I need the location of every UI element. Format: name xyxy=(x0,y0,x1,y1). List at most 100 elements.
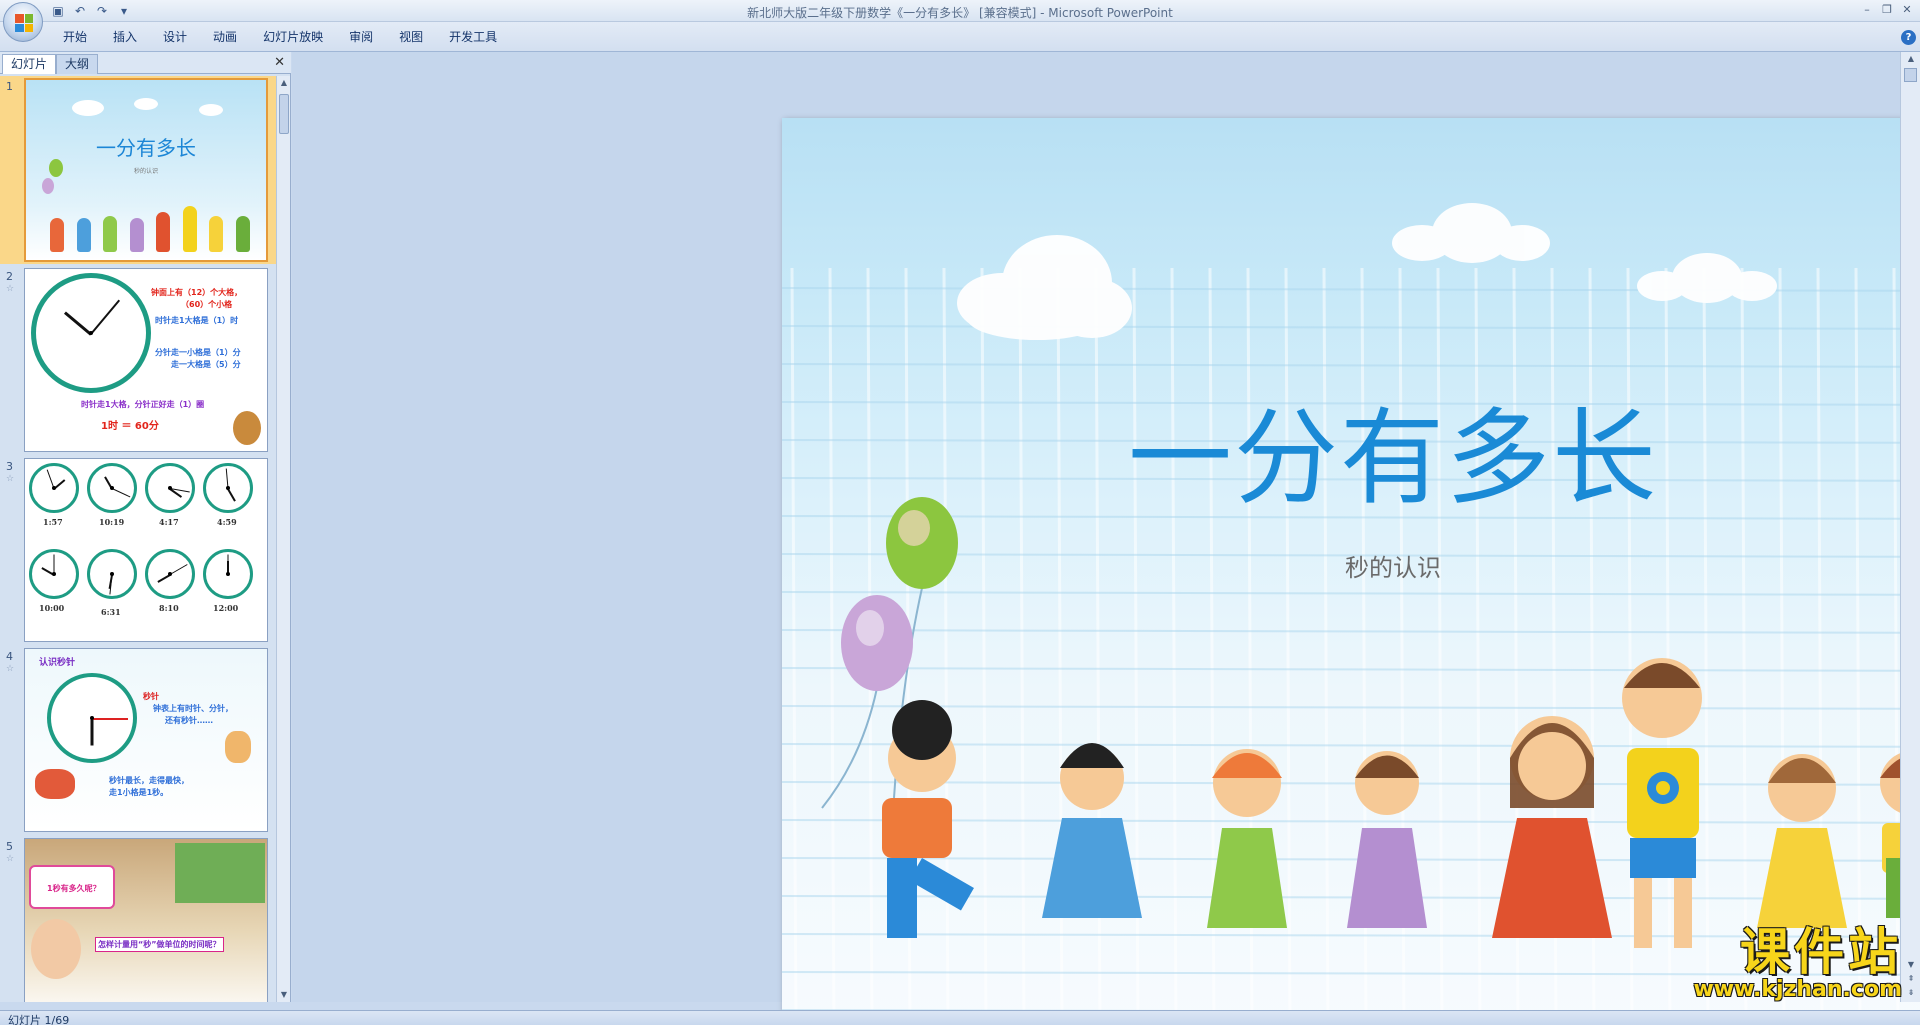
text-line: 钟面上有（12）个大格， xyxy=(151,288,243,297)
scroll-down-icon[interactable]: ▼ xyxy=(1901,958,1920,972)
clock-illustration xyxy=(203,463,253,513)
tab-design[interactable]: 设计 xyxy=(150,29,200,45)
thumbnail-preview: 认识秒针 秒针 钟表上有时针、分针， 还有秒针…… 秒针最长，走得最快， 走1小… xyxy=(24,648,268,832)
thumbnails-scrollbar[interactable]: ▲ ▼ xyxy=(276,76,290,1002)
lion-icon xyxy=(233,411,261,445)
current-slide[interactable]: 一分有多长 秒的认识 xyxy=(782,118,1920,1025)
clock-illustration xyxy=(145,463,195,513)
office-logo-icon xyxy=(15,14,33,32)
cartoon-character-icon xyxy=(35,769,75,799)
scroll-thumb[interactable] xyxy=(1904,68,1917,82)
thumbnail-children-illustration xyxy=(44,202,256,252)
slide-editor: 一分有多长 秒的认识 xyxy=(292,52,1920,1025)
scene-illustration xyxy=(175,843,265,903)
slide-number: 4 xyxy=(6,650,13,663)
thumbnail-preview: 一分有多长 秒的认识 xyxy=(24,78,268,262)
text-line: （60）个小格 xyxy=(181,300,233,309)
thumbnail-preview: 1秒有多久呢？ 怎样计量用“秒”做单位的时间呢？ xyxy=(24,838,268,1002)
slide-thumbnails: 1 一分有多长 秒的认识 2 ☆ 钟面上有（12）个大格， （60）个小格 时针… xyxy=(0,76,276,1002)
cloud-icon xyxy=(957,235,1132,340)
time-label: 4:17 xyxy=(159,517,179,527)
thumbnail-preview: 钟面上有（12）个大格， （60）个小格 时针走1大格是（1）时 分针走一小格是… xyxy=(24,268,268,452)
watermark-url: www.kjzhan.com xyxy=(1693,977,1902,1002)
text-line: 认识秒针 xyxy=(39,658,76,668)
clock-illustration xyxy=(145,549,195,599)
text-line: 秒针 xyxy=(143,692,159,701)
window-controls: – ❐ ✕ xyxy=(1858,2,1916,18)
editor-scrollbar[interactable]: ▲ ▼ ⇞ ⇟ xyxy=(1900,52,1920,1002)
next-slide-icon[interactable]: ⇟ xyxy=(1901,986,1920,1000)
slide-subtitle[interactable]: 秒的认识 xyxy=(782,548,1920,583)
status-bar: 幻灯片 1/69 xyxy=(0,1010,1920,1025)
clock-illustration xyxy=(87,463,137,513)
time-label: 6:31 xyxy=(101,607,121,617)
panel-close-icon[interactable]: ✕ xyxy=(274,55,285,70)
window-title: 新北师大版二年级下册数学《一分有多长》 [兼容模式] - Microsoft P… xyxy=(747,6,1173,20)
office-button[interactable] xyxy=(3,2,43,42)
clock-illustration xyxy=(31,273,151,393)
text-line: 还有秒针…… xyxy=(165,716,213,725)
tab-outline[interactable]: 大纲 xyxy=(56,54,99,74)
scroll-up-icon[interactable]: ▲ xyxy=(277,76,291,90)
slide-thumbnail-5[interactable]: 5 ☆ 1秒有多久呢？ 怎样计量用“秒”做单位的时间呢？ xyxy=(0,836,276,1002)
time-label: 10:19 xyxy=(99,517,125,527)
thumbnail-subtitle: 秒的认识 xyxy=(133,168,158,175)
tab-insert[interactable]: 插入 xyxy=(100,29,150,45)
text-line: 走一大格是（5）分 xyxy=(171,360,241,369)
clock-illustration xyxy=(29,463,79,513)
tab-view[interactable]: 视图 xyxy=(386,29,436,45)
scroll-up-icon[interactable]: ▲ xyxy=(1901,52,1920,66)
text-line: 走1小格是1秒。 xyxy=(109,788,169,797)
slide-counter: 幻灯片 1/69 xyxy=(8,1014,70,1025)
tab-home[interactable]: 开始 xyxy=(50,29,100,45)
slide-thumbnail-3[interactable]: 3 ☆ 1:57 10:19 4:17 4:59 10:00 6:31 8:10… xyxy=(0,456,276,644)
close-icon[interactable]: ✕ xyxy=(1898,2,1916,18)
slide-number: 3 xyxy=(6,460,13,473)
scroll-down-icon[interactable]: ▼ xyxy=(277,988,291,1002)
tab-developer[interactable]: 开发工具 xyxy=(436,29,510,45)
children-illustration xyxy=(882,658,1920,948)
text-line: 时针走1大格，分针正好走（1）圈 xyxy=(81,400,205,409)
cartoon-character-icon xyxy=(225,731,251,763)
slide-thumbnail-1[interactable]: 1 一分有多长 秒的认识 xyxy=(0,76,276,264)
animation-star-icon: ☆ xyxy=(6,474,15,484)
text-line: 怎样计量用“秒”做单位的时间呢？ xyxy=(95,937,224,952)
clock-illustration xyxy=(203,549,253,599)
previous-slide-icon[interactable]: ⇞ xyxy=(1901,972,1920,986)
tab-slide-show[interactable]: 幻灯片放映 xyxy=(250,29,336,45)
clock-illustration xyxy=(29,549,79,599)
tab-slides[interactable]: 幻灯片 xyxy=(2,54,57,74)
text-line: 1时 ＝ 60分 xyxy=(101,421,159,432)
girl-photo-icon xyxy=(31,919,81,979)
scroll-thumb[interactable] xyxy=(279,94,289,134)
text-line: 秒针最长，走得最快， xyxy=(109,776,189,785)
text-line: 1秒有多久呢？ xyxy=(47,884,101,893)
cloud-icon xyxy=(1392,203,1550,263)
ribbon-tabs: 开始 插入 设计 动画 幻灯片放映 审阅 视图 开发工具 xyxy=(50,29,510,45)
panel-tabs: 幻灯片 大纲 ✕ xyxy=(0,52,291,74)
slide-number: 1 xyxy=(6,80,13,93)
time-label: 8:10 xyxy=(159,603,179,613)
slides-panel: 幻灯片 大纲 ✕ 1 一分有多长 秒的认识 2 ☆ 钟面上有（12）个大格， （… xyxy=(0,52,291,1002)
cloud-icon xyxy=(1637,253,1777,303)
animation-star-icon: ☆ xyxy=(6,284,15,294)
slide-title[interactable]: 一分有多长 xyxy=(782,373,1920,524)
ribbon: 开始 插入 设计 动画 幻灯片放映 审阅 视图 开发工具 ? xyxy=(0,22,1920,52)
slide-thumbnail-2[interactable]: 2 ☆ 钟面上有（12）个大格， （60）个小格 时针走1大格是（1）时 分针走… xyxy=(0,266,276,454)
slide-thumbnail-4[interactable]: 4 ☆ 认识秒针 秒针 钟表上有时针、分针， 还有秒针…… 秒针最长，走得最快，… xyxy=(0,646,276,834)
text-line: 钟表上有时针、分针， xyxy=(153,704,233,713)
watermark: 课件站 www.kjzhan.com xyxy=(1693,925,1902,1001)
thumbnail-preview: 1:57 10:19 4:17 4:59 10:00 6:31 8:10 12:… xyxy=(24,458,268,642)
title-bar: ▣ ↶ ↷ ▾ 新北师大版二年级下册数学《一分有多长》 [兼容模式] - Mic… xyxy=(0,0,1920,22)
tab-review[interactable]: 审阅 xyxy=(336,29,386,45)
tab-animations[interactable]: 动画 xyxy=(200,29,250,45)
watermark-logo-text: 课件站 xyxy=(1740,923,1902,981)
thumbnail-title: 一分有多长 xyxy=(96,136,196,160)
restore-icon[interactable]: ❐ xyxy=(1878,2,1896,18)
clock-illustration xyxy=(87,549,137,599)
slide-number: 2 xyxy=(6,270,13,283)
animation-star-icon: ☆ xyxy=(6,664,15,674)
text-line: 时针走1大格是（1）时 xyxy=(155,316,239,325)
minimize-icon[interactable]: – xyxy=(1858,2,1876,18)
help-icon[interactable]: ? xyxy=(1901,30,1916,45)
